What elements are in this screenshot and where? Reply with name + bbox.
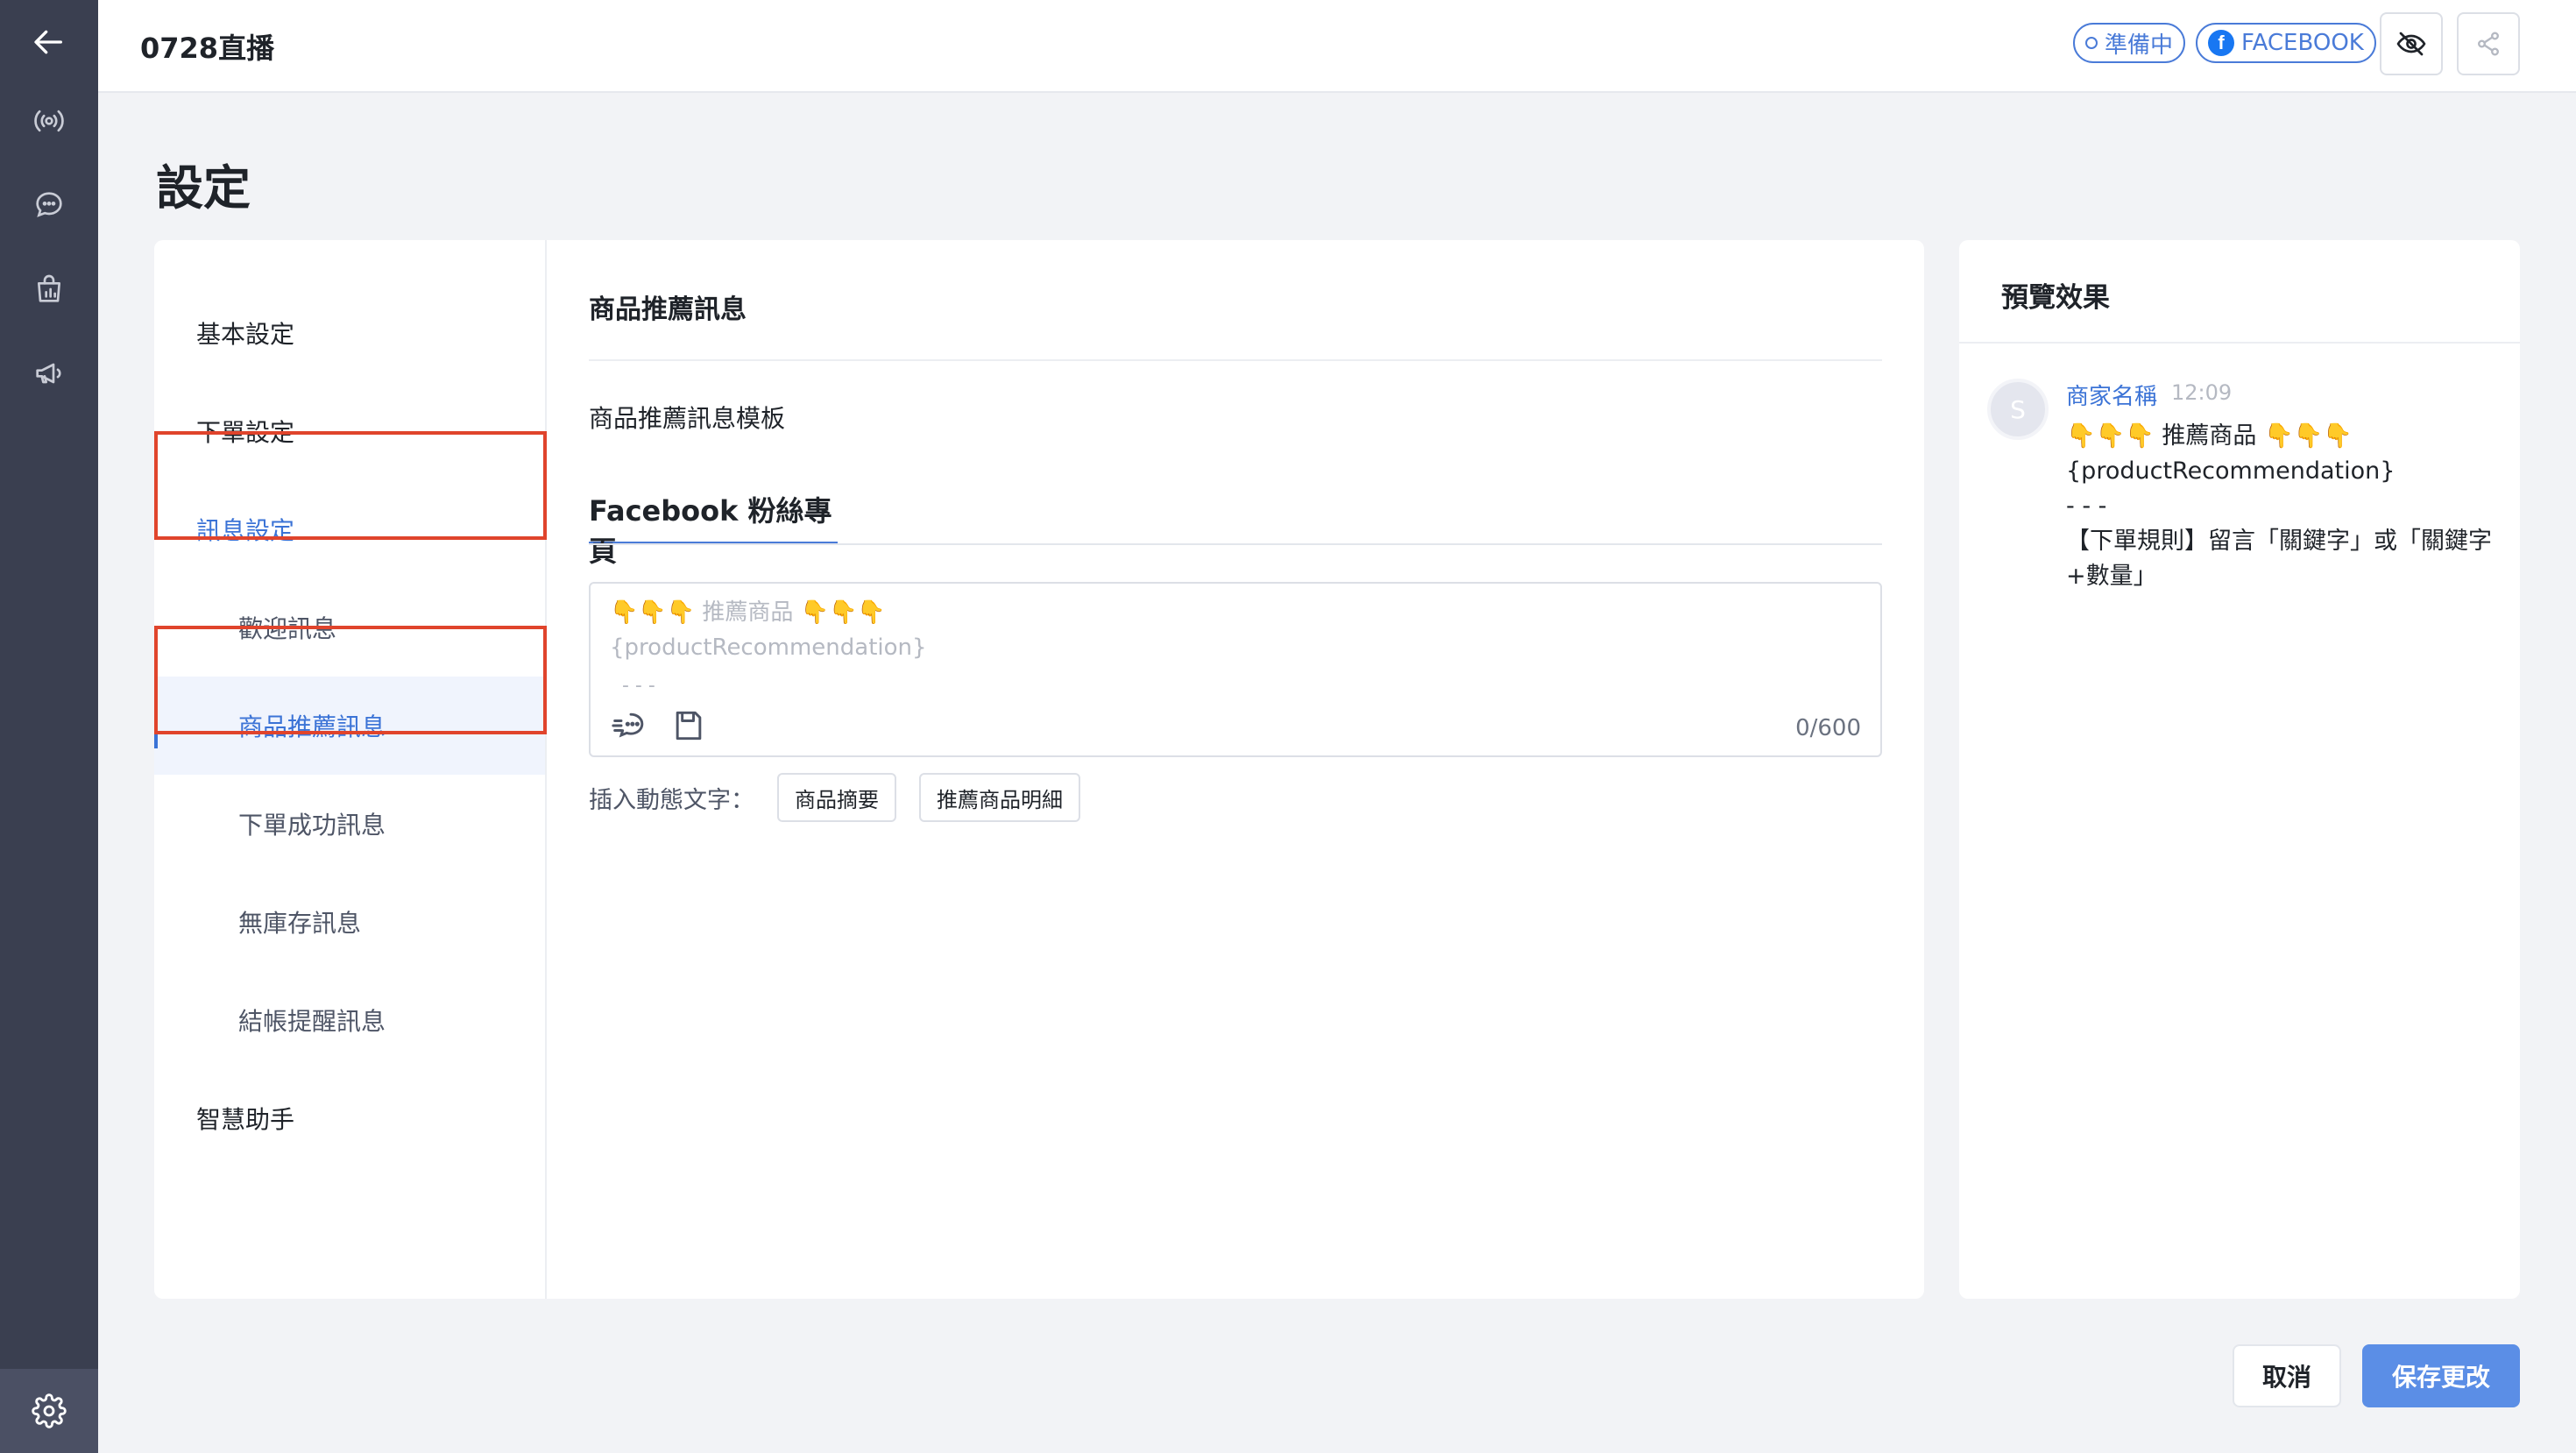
save-template-icon[interactable] <box>669 706 708 745</box>
preview-card: 預覽效果 S 商家名稱 12:09 👇👇👇 推薦商品 👇👇👇 {productR… <box>1959 240 2520 1299</box>
settings-card: 基本設定 下單設定 訊息設定 歡迎訊息 商品推薦訊息 下單成功訊息 無庫存訊息 … <box>154 240 1924 1299</box>
section-title: 商品推薦訊息 <box>589 294 747 325</box>
sidenav-item-label: 基本設定 <box>196 320 295 349</box>
status-dot-icon <box>2085 37 2098 49</box>
sidenav-item-message-settings[interactable]: 訊息設定 <box>154 480 545 578</box>
sidenav-item-label: 下單設定 <box>196 418 295 447</box>
save-changes-button[interactable]: 保存更改 <box>2362 1344 2520 1407</box>
preview-line: {productRecommendation} <box>2066 457 2396 485</box>
toggle-visibility-button[interactable] <box>2380 12 2443 75</box>
sidenav-item-label: 訊息設定 <box>196 516 295 545</box>
sender-name: 商家名稱 <box>2066 384 2158 410</box>
preview-message: 👇👇👇 推薦商品 👇👇👇 {productRecommendation} - -… <box>2066 419 2504 594</box>
status-badge-label: 準備中 <box>2105 32 2174 59</box>
preview-line: - - - <box>2066 493 2107 520</box>
sidenav-item-product-recommendation[interactable]: 商品推薦訊息 <box>154 677 545 775</box>
nav-shop-stats-button[interactable] <box>0 247 98 331</box>
message-time: 12:09 <box>2171 380 2233 405</box>
sidenav-item-label: 結帳提醒訊息 <box>238 1007 386 1036</box>
share-icon <box>2478 32 2500 56</box>
platform-badge: f FACEBOOK <box>2196 23 2376 63</box>
left-rail <box>0 0 98 1453</box>
nav-live-button[interactable] <box>0 79 98 163</box>
back-button[interactable] <box>0 0 98 84</box>
sidenav-item-label: 無庫存訊息 <box>238 909 362 938</box>
insert-dynamic-text-row: 插入動態文字： 商品摘要 推薦商品明細 <box>589 773 1080 822</box>
megaphone-icon <box>36 363 61 384</box>
avatar: S <box>1987 379 2049 440</box>
broadcast-icon <box>34 110 64 132</box>
sidenav-item-label: 下單成功訊息 <box>238 811 386 840</box>
nav-chat-button[interactable] <box>0 163 98 247</box>
preview-title: 預覽效果 <box>2001 282 2110 314</box>
tab-underline <box>589 543 1882 545</box>
sidenav-item-order-settings[interactable]: 下單設定 <box>154 382 545 480</box>
insert-recommended-products-button[interactable]: 推薦商品明細 <box>919 773 1080 822</box>
editor-placeholder-line: - - - <box>622 675 655 692</box>
share-button[interactable] <box>2457 12 2520 75</box>
platform-badge-label: FACEBOOK <box>2241 30 2364 56</box>
cancel-button[interactable]: 取消 <box>2233 1344 2341 1407</box>
live-title: 0728直播 <box>140 32 275 65</box>
editor-placeholder-line: 👇👇👇 推薦商品 👇👇👇 <box>610 599 886 626</box>
nav-marketing-button[interactable] <box>0 331 98 415</box>
page-title: 設定 <box>156 160 251 216</box>
insert-dynamic-text-label: 插入動態文字： <box>589 786 754 814</box>
sidenav-item-label: 歡迎訊息 <box>238 614 337 643</box>
template-title: 商品推薦訊息模板 <box>589 404 786 433</box>
status-badge: 準備中 <box>2073 23 2186 63</box>
sidenav-item-smart-assistant[interactable]: 智慧助手 <box>154 1069 545 1167</box>
editor-placeholder-line: {productRecommendation} <box>610 634 927 661</box>
top-bar: 0728直播 準備中 f FACEBOOK <box>98 0 2576 93</box>
gear-icon <box>32 1393 67 1428</box>
settings-sidenav: 基本設定 下單設定 訊息設定 歡迎訊息 商品推薦訊息 下單成功訊息 無庫存訊息 … <box>154 240 547 1299</box>
tab-facebook-page[interactable]: Facebook 粉絲專頁 <box>589 489 838 568</box>
nav-settings-button[interactable] <box>0 1369 98 1453</box>
char-counter: 0/600 <box>1795 715 1861 741</box>
sidenav-item-order-success[interactable]: 下單成功訊息 <box>154 775 545 873</box>
preview-line: 👇👇👇 推薦商品 👇👇👇 <box>2066 422 2353 450</box>
sidenav-item-welcome-message[interactable]: 歡迎訊息 <box>154 578 545 677</box>
arrow-left-icon <box>34 30 63 54</box>
quick-reply-icon[interactable] <box>612 706 650 745</box>
insert-product-summary-button[interactable]: 商品摘要 <box>777 773 896 822</box>
facebook-icon: f <box>2208 30 2234 56</box>
preview-divider <box>1959 342 2520 344</box>
eye-off-icon <box>2396 32 2426 56</box>
sidenav-item-checkout-reminder[interactable]: 結帳提醒訊息 <box>154 971 545 1069</box>
chat-bubble-icon <box>36 192 62 217</box>
message-template-editor[interactable]: 👇👇👇 推薦商品 👇👇👇 {productRecommendation} - -… <box>589 582 1882 757</box>
preview-line: 【下單規則】留言「關鍵字」或「關鍵字+數量」 <box>2066 528 2492 590</box>
sidenav-item-label: 商品推薦訊息 <box>238 712 386 741</box>
sidenav-item-basic-settings[interactable]: 基本設定 <box>154 284 545 382</box>
editor-toolbar <box>612 706 708 745</box>
sidenav-item-out-of-stock[interactable]: 無庫存訊息 <box>154 873 545 971</box>
section-divider <box>589 359 1882 361</box>
sidenav-item-label: 智慧助手 <box>196 1105 295 1134</box>
shopping-bag-chart-icon <box>38 274 60 302</box>
